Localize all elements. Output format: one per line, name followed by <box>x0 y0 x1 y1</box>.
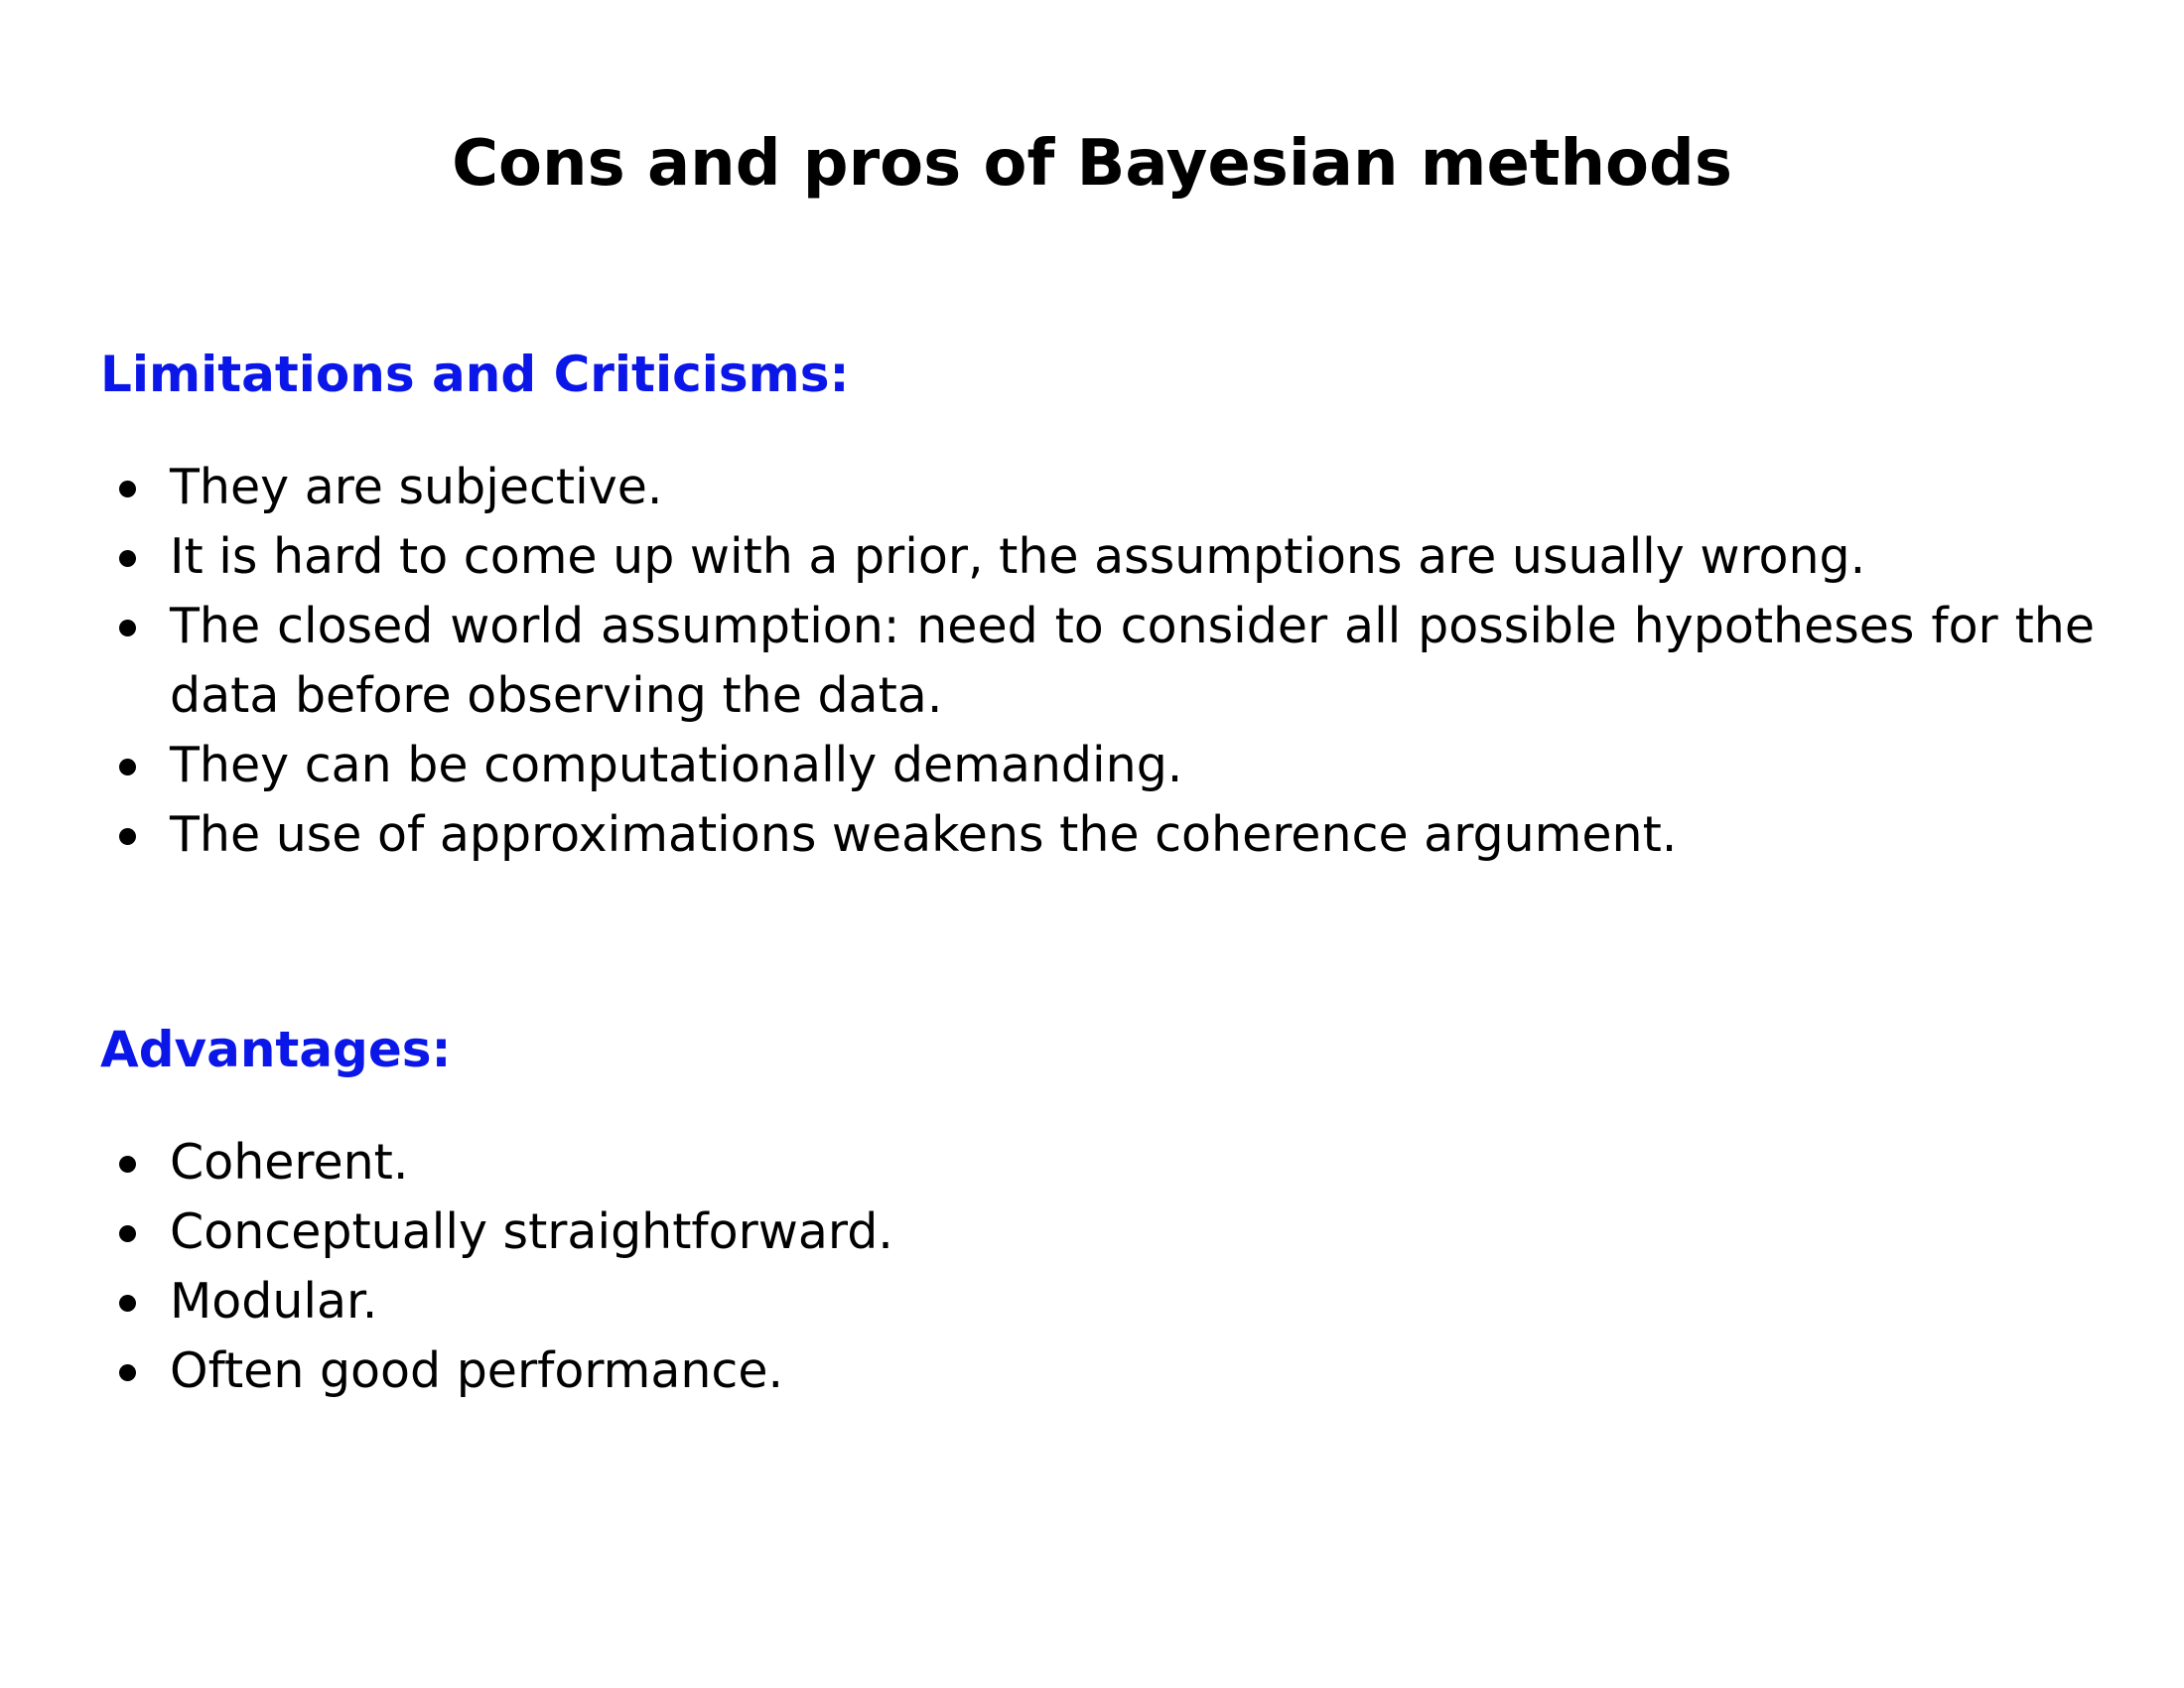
list-item-text: It is hard to come up with a prior, the … <box>170 528 1866 585</box>
list-item: They can be computationally demanding. <box>109 731 2095 800</box>
bullet-icon <box>119 1295 136 1312</box>
slide-title: Cons and pros of Bayesian methods <box>452 127 1732 201</box>
bullet-icon <box>119 1225 136 1242</box>
list-item-text: Modular. <box>170 1273 378 1330</box>
list-item: Conceptually straightforward. <box>109 1197 2095 1267</box>
list-item: It is hard to come up with a prior, the … <box>109 522 2095 592</box>
list-item-text: They can be computationally demanding. <box>170 737 1183 793</box>
bullet-icon <box>119 759 136 775</box>
list-item: Modular. <box>109 1267 2095 1336</box>
list-item-text: Often good performance. <box>170 1342 784 1399</box>
bullet-icon <box>119 550 136 567</box>
list-item: The closed world assumption: need to con… <box>109 592 2095 731</box>
list-item: Often good performance. <box>109 1336 2095 1406</box>
list-item-text: They are subjective. <box>170 459 663 515</box>
list-item-text: The closed world assumption: need to con… <box>170 598 2095 724</box>
advantages-heading: Advantages: <box>100 1021 452 1078</box>
slide: Cons and pros of Bayesian methods Limita… <box>0 0 2184 1688</box>
list-item: They are subjective. <box>109 453 2095 522</box>
advantages-list: Coherent. Conceptually straightforward. … <box>109 1128 2095 1406</box>
limitations-list: They are subjective. It is hard to come … <box>109 453 2095 870</box>
bullet-icon <box>119 620 136 636</box>
bullet-icon <box>119 1156 136 1173</box>
bullet-icon <box>119 828 136 845</box>
list-item: The use of approximations weakens the co… <box>109 800 2095 870</box>
list-item-text: The use of approximations weakens the co… <box>170 806 1678 863</box>
bullet-icon <box>119 481 136 497</box>
list-item-text: Coherent. <box>170 1134 409 1191</box>
bullet-icon <box>119 1364 136 1381</box>
list-item: Coherent. <box>109 1128 2095 1197</box>
limitations-heading: Limitations and Criticisms: <box>100 346 850 403</box>
list-item-text: Conceptually straightforward. <box>170 1203 893 1260</box>
